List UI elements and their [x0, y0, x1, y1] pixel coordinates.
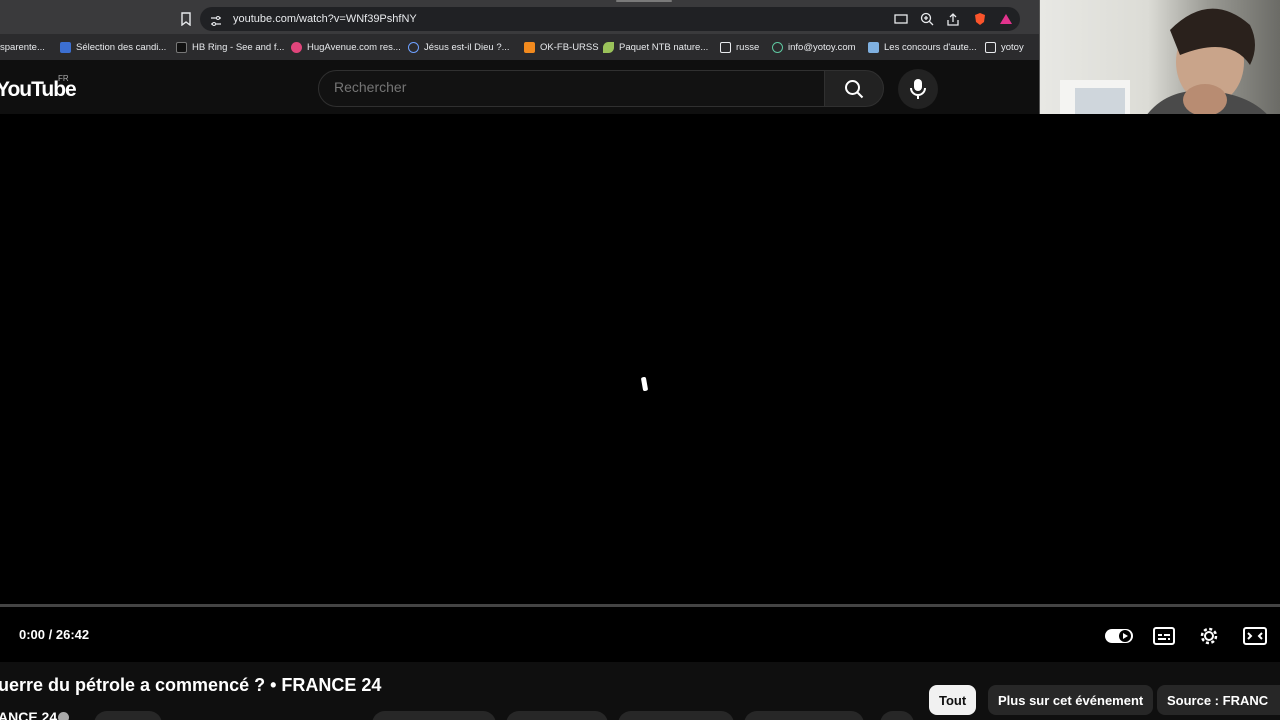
theater-mode-icon[interactable]: [1243, 624, 1267, 648]
url-text[interactable]: youtube.com/watch?v=WNf39PshfNY: [233, 13, 417, 25]
microphone-icon: [910, 79, 926, 99]
channel-name[interactable]: ANCE 24: [0, 709, 57, 720]
ok-icon: [524, 41, 535, 53]
bookmark-label: sparente...: [0, 41, 45, 53]
bookmark-label: yotoy: [1001, 41, 1024, 53]
e-icon: [60, 41, 71, 53]
bookmark-label: Les concours d'aute...: [884, 41, 977, 53]
country-code: FR: [58, 74, 69, 83]
zoom-icon[interactable]: [920, 12, 934, 26]
bookmark-label: Jésus est-il Dieu ?...: [424, 41, 510, 53]
verified-badge-icon: [58, 712, 69, 720]
chip-plus-sur-evenement[interactable]: Plus sur cet événement: [988, 685, 1154, 715]
heart-icon: [291, 41, 302, 53]
share-button[interactable]: [506, 711, 608, 720]
autoplay-toggle-icon[interactable]: [1104, 624, 1133, 648]
search-icon: [845, 80, 864, 99]
chip-source[interactable]: Source : FRANC: [1157, 685, 1280, 715]
bookmark-icon[interactable]: [180, 12, 192, 27]
chip-tout[interactable]: Tout: [929, 685, 977, 715]
bookmark-label: HugAvenue.com res...: [307, 41, 401, 53]
leaf-icon: [603, 41, 614, 53]
video-title: uerre du pétrole a commencé ? • FRANCE 2…: [0, 675, 382, 695]
bookmark-item[interactable]: Paquet NTB nature...: [603, 34, 708, 60]
bookmark-folder[interactable]: russe: [720, 34, 759, 60]
share-icon[interactable]: [946, 12, 960, 26]
folder-icon: [720, 41, 731, 53]
subscribe-button[interactable]: [94, 711, 162, 720]
bookmark-label: OK-FB-URSS: [540, 41, 599, 53]
search-button[interactable]: [824, 70, 884, 107]
folder-icon: [985, 41, 996, 53]
bookmark-item[interactable]: OK-FB-URSS: [524, 34, 599, 60]
bookmark-label: Paquet NTB nature...: [619, 41, 709, 53]
site-settings-icon[interactable]: [210, 14, 222, 26]
search-input[interactable]: [334, 79, 814, 95]
globe-icon: [408, 41, 419, 53]
bookmark-label: HB Ring - See and f...: [192, 41, 285, 53]
bookmark-item[interactable]: Jésus est-il Dieu ?...: [408, 34, 510, 60]
progress-bar[interactable]: [0, 604, 1280, 607]
settings-gear-icon[interactable]: [1197, 624, 1221, 648]
download-button[interactable]: [618, 711, 734, 720]
mail-icon: [868, 41, 879, 53]
brave-rewards-icon[interactable]: [999, 12, 1013, 26]
bookmark-item[interactable]: sparente...: [0, 34, 45, 60]
bookmark-label: info@yotoy.com: [788, 41, 856, 53]
cast-icon[interactable]: [894, 12, 908, 26]
bookmark-item[interactable]: info@yotoy.com: [772, 34, 856, 60]
bookmark-item[interactable]: HB Ring - See and f...: [176, 34, 284, 60]
globe-icon: [772, 41, 783, 53]
bookmark-item[interactable]: Sélection des candi...: [60, 34, 166, 60]
time-display: 0:00 / 26:42: [19, 627, 90, 642]
like-button[interactable]: [372, 711, 496, 720]
save-button[interactable]: [744, 711, 864, 720]
brave-shield-icon[interactable]: [973, 12, 987, 26]
bookmark-item[interactable]: HugAvenue.com res...: [291, 34, 401, 60]
bookmark-folder[interactable]: yotoy: [985, 34, 1024, 60]
bookmark-label: russe: [736, 41, 760, 53]
bookmark-label: Sélection des candi...: [76, 41, 167, 53]
active-tab-indicator[interactable]: [616, 0, 672, 2]
bookmark-item[interactable]: Les concours d'aute...: [868, 34, 977, 60]
video-player[interactable]: [0, 114, 1280, 662]
t-icon: [176, 41, 187, 53]
voice-search-button[interactable]: [898, 69, 938, 109]
subtitles-icon[interactable]: [1152, 624, 1176, 648]
